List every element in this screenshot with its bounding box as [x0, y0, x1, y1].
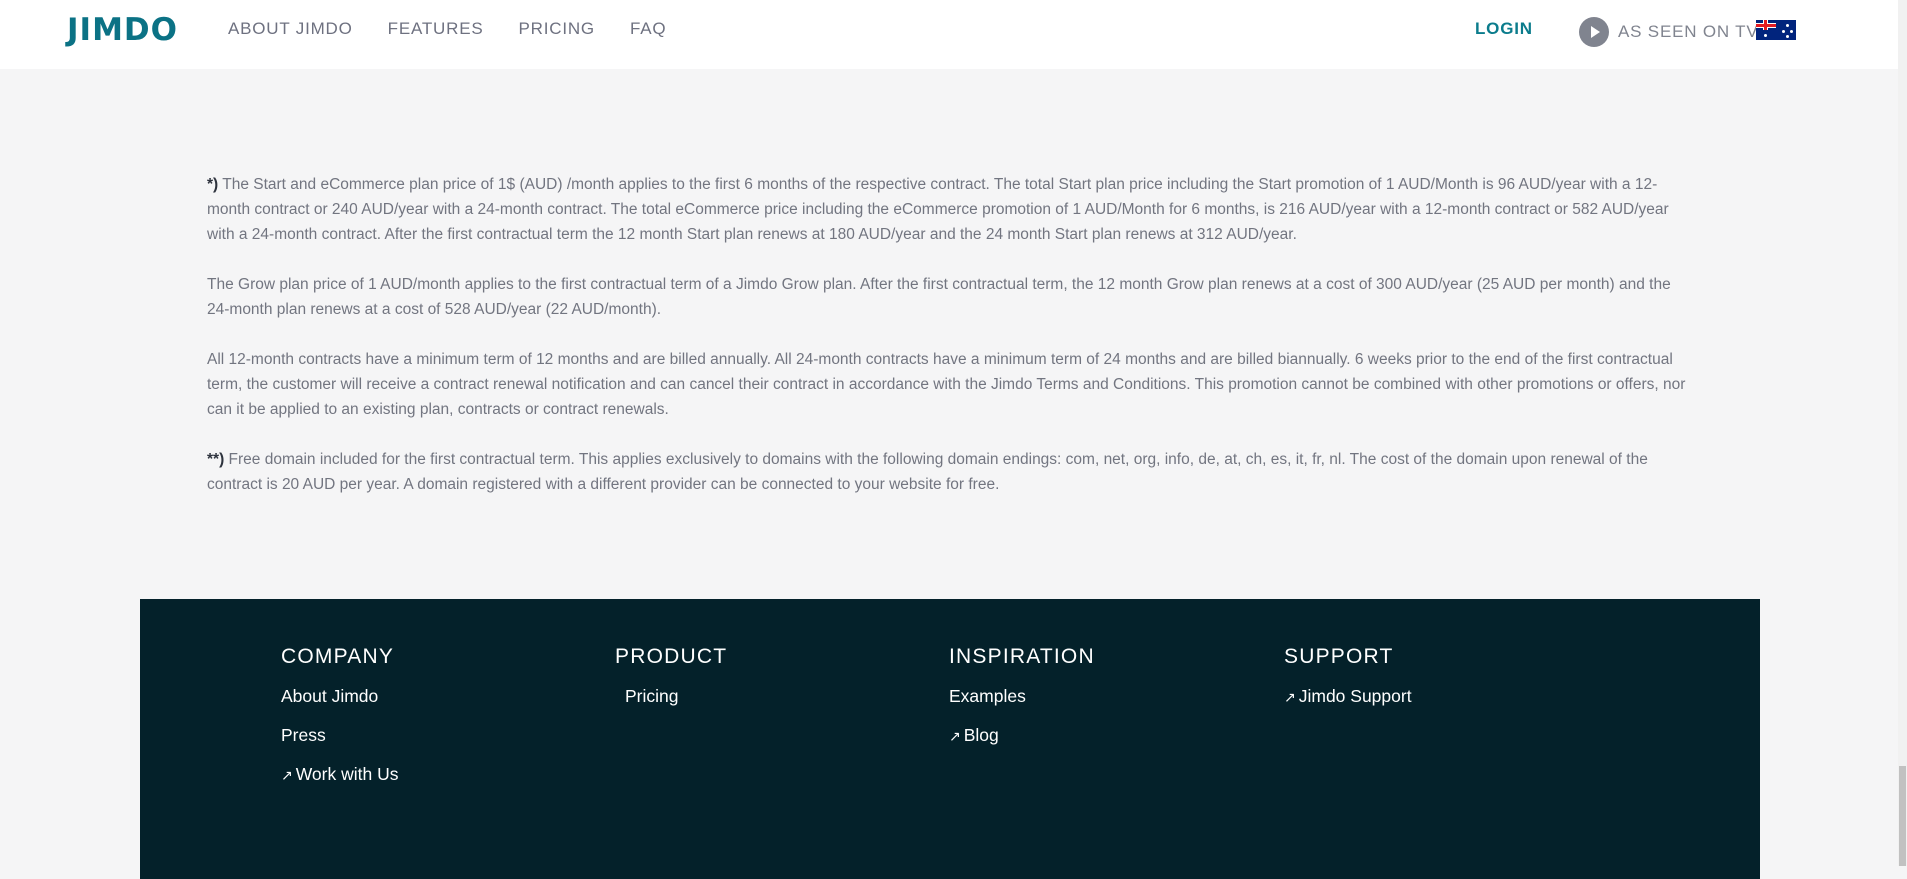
footnote-marker: **) — [207, 451, 225, 468]
footer-column-company: COMPANY About Jimdo Press ↗ Work with Us — [281, 645, 398, 803]
footer-heading: COMPANY — [281, 645, 395, 668]
scrollbar-track[interactable] — [1898, 0, 1907, 866]
external-link-icon: ↗ — [1284, 689, 1296, 705]
as-seen-on-tv-button[interactable]: AS SEEN ON TV — [1579, 17, 1758, 47]
disclaimer-contract-terms: All 12-month contracts have a minimum te… — [207, 351, 1686, 418]
footer-link-pricing[interactable]: Pricing — [615, 685, 727, 707]
footer-heading: SUPPORT — [1284, 645, 1394, 668]
footer-link-jimdo-support[interactable]: ↗ Jimdo Support — [1284, 685, 1412, 708]
disclaimer-text: The Start and eCommerce plan price of 1$… — [207, 176, 1669, 243]
disclaimer-grow-plan: The Grow plan price of 1 AUD/month appli… — [207, 276, 1671, 318]
main-nav: ABOUT JIMDO FEATURES PRICING FAQ — [228, 0, 701, 58]
as-seen-on-tv-label: AS SEEN ON TV — [1618, 22, 1759, 41]
nav-about-jimdo[interactable]: ABOUT JIMDO — [228, 19, 353, 39]
site-header: JIMDO ABOUT JIMDO FEATURES PRICING FAQ L… — [0, 0, 1898, 69]
footer-column-inspiration: INSPIRATION Examples ↗ Blog — [949, 645, 1095, 764]
jimdo-logo[interactable]: JIMDO — [67, 12, 178, 48]
scrollbar-thumb[interactable] — [1899, 766, 1906, 866]
login-link[interactable]: LOGIN — [1475, 19, 1533, 39]
pricing-disclaimer: *) The Start and eCommerce plan price of… — [207, 172, 1687, 522]
footer-link-examples[interactable]: Examples — [949, 685, 1095, 707]
australia-flag-icon[interactable] — [1756, 20, 1796, 40]
nav-features[interactable]: FEATURES — [388, 19, 484, 39]
footer-heading: PRODUCT — [615, 645, 728, 668]
external-link-icon: ↗ — [949, 728, 961, 744]
footer-link-press[interactable]: Press — [281, 724, 398, 746]
disclaimer-start-plan: *) The Start and eCommerce plan price of… — [207, 172, 1687, 247]
disclaimer-free-domain: **) Free domain included for the first c… — [207, 447, 1687, 497]
footnote-marker: *) — [207, 176, 219, 193]
footer-heading: INSPIRATION — [949, 645, 1095, 668]
footer-link-work-with-us[interactable]: ↗ Work with Us — [281, 763, 398, 786]
nav-pricing[interactable]: PRICING — [519, 19, 595, 39]
play-icon — [1579, 17, 1609, 47]
external-link-icon: ↗ — [281, 767, 293, 783]
nav-faq[interactable]: FAQ — [630, 19, 666, 39]
footer-column-product: PRODUCT Pricing — [615, 645, 727, 724]
footer-link-blog[interactable]: ↗ Blog — [949, 724, 1095, 747]
disclaimer-text: Free domain included for the first contr… — [207, 451, 1648, 493]
footer-column-support: SUPPORT ↗ Jimdo Support — [1284, 645, 1412, 725]
footer-link-about-jimdo[interactable]: About Jimdo — [281, 685, 398, 707]
site-footer: COMPANY About Jimdo Press ↗ Work with Us … — [140, 599, 1760, 879]
